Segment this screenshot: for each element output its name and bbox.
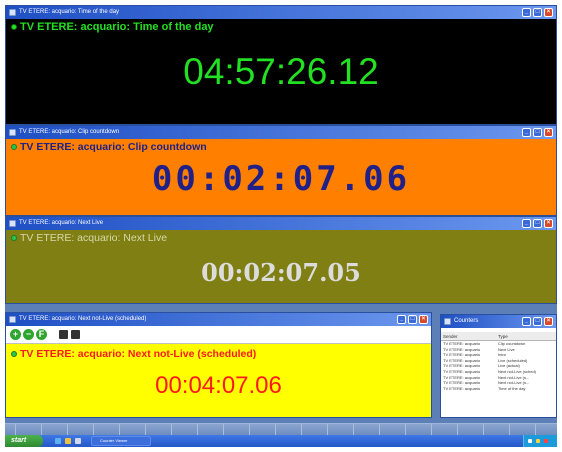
minimize-button[interactable]: _: [522, 219, 531, 228]
nextlive-clock: 00:02:07.05: [201, 258, 361, 287]
maximize-button[interactable]: □: [533, 317, 542, 326]
nextlive-titlebar[interactable]: TV ETERE: acquario: Next Live _ □ ×: [6, 217, 556, 230]
status-dot-icon: [11, 144, 17, 151]
remove-icon[interactable]: −: [23, 329, 34, 340]
start-button[interactable]: start: [5, 435, 43, 447]
list-item[interactable]: TV ETERE: acquario Time of the day: [441, 386, 556, 392]
quicklaunch-browser-icon[interactable]: [55, 438, 61, 444]
timeline-ruler[interactable]: [5, 423, 557, 436]
column-header-type[interactable]: Type: [496, 332, 556, 340]
maximize-button[interactable]: □: [533, 128, 542, 137]
nextlive-label-row: TV ETERE: acquario: Next Live: [11, 232, 167, 244]
maximize-button[interactable]: □: [533, 8, 542, 17]
taskbar-task-counter-viewer[interactable]: Counter Viewer: [91, 436, 151, 446]
window-icon: [9, 220, 16, 227]
counters-titlebar[interactable]: Counters _ □ ×: [441, 315, 556, 328]
timeofday-label-row: TV ETERE: acquario: Time of the day: [11, 21, 214, 33]
close-button[interactable]: ×: [544, 219, 553, 228]
scheduled-clock: 00:04:07.06: [155, 372, 282, 399]
window-icon: [9, 129, 16, 136]
scheduled-label-row: TV ETERE: acquario: Next not-Live (sched…: [11, 348, 256, 360]
nextlive-title: TV ETERE: acquario: Next Live: [19, 220, 104, 226]
quicklaunch-media-icon[interactable]: [65, 438, 71, 444]
column-header-sender[interactable]: Sender: [441, 332, 496, 340]
window-icon: [444, 318, 451, 325]
status-dot-icon: [11, 24, 17, 31]
counters-header: Sender Type: [441, 332, 556, 341]
desktop: TV ETERE: acquario: Time of the day _ □ …: [5, 5, 557, 447]
tray-network-icon[interactable]: [528, 439, 532, 443]
scheduled-toolbar: + − F: [6, 326, 431, 344]
maximize-button[interactable]: □: [533, 219, 542, 228]
close-button[interactable]: ×: [544, 317, 553, 326]
close-button[interactable]: ×: [544, 128, 553, 137]
window-icon: [9, 9, 16, 16]
timeofday-titlebar[interactable]: TV ETERE: acquario: Time of the day _ □ …: [6, 6, 556, 19]
scheduled-title: TV ETERE: acquario: Next not-Live (sched…: [19, 316, 147, 322]
close-button[interactable]: ×: [419, 315, 428, 324]
countdown-label: TV ETERE: acquario: Clip countdown: [20, 141, 207, 153]
nextlive-pane: TV ETERE: acquario: Next Live 00:02:07.0…: [6, 230, 556, 303]
window-icon: [9, 316, 16, 323]
timeofday-pane: TV ETERE: acquario: Time of the day 04:5…: [6, 19, 556, 124]
quicklaunch-desktop-icon[interactable]: [75, 438, 81, 444]
scheduled-pane: + − F TV ETERE: acquario: Next not-Live …: [6, 326, 431, 417]
status-dot-icon: [11, 235, 17, 242]
timeofday-title: TV ETERE: acquario: Time of the day: [19, 9, 120, 15]
flag-alt-icon[interactable]: [71, 330, 80, 339]
minimize-button[interactable]: _: [397, 315, 406, 324]
minimize-button[interactable]: _: [522, 128, 531, 137]
countdown-title: TV ETERE: acquario: Clip countdown: [19, 129, 120, 135]
scheduled-label: TV ETERE: acquario: Next not-Live (sched…: [20, 348, 257, 360]
add-icon[interactable]: +: [10, 329, 21, 340]
counters-title: Counters: [454, 318, 479, 324]
flag-icon[interactable]: [59, 330, 68, 339]
timeofday-clock: 04:57:26.12: [183, 51, 379, 92]
countdown-window: TV ETERE: acquario: Clip countdown _ □ ×…: [5, 125, 557, 216]
tray-volume-icon[interactable]: [536, 439, 540, 443]
minimize-button[interactable]: _: [522, 8, 531, 17]
taskbar: start Counter Viewer: [5, 435, 557, 447]
counters-window: Counters _ □ × Sender Type TV ETERE: acq…: [440, 314, 557, 418]
countdown-clock: 00:02:07.06: [151, 159, 411, 199]
nextlive-window: TV ETERE: acquario: Next Live _ □ × TV E…: [5, 216, 557, 304]
scheduled-titlebar[interactable]: TV ETERE: acquario: Next not-Live (sched…: [6, 313, 431, 326]
status-dot-icon: [11, 351, 17, 358]
scheduled-window: TV ETERE: acquario: Next not-Live (sched…: [5, 312, 432, 418]
filter-icon[interactable]: F: [36, 329, 47, 340]
countdown-label-row: TV ETERE: acquario: Clip countdown: [11, 141, 207, 153]
counters-list: TV ETERE: acquario Clip countdown TV ETER…: [441, 341, 556, 391]
minimize-button[interactable]: _: [522, 317, 531, 326]
timeofday-label: TV ETERE: acquario: Time of the day: [20, 21, 214, 33]
nextlive-label: TV ETERE: acquario: Next Live: [20, 232, 168, 244]
close-button[interactable]: ×: [544, 8, 553, 17]
countdown-titlebar[interactable]: TV ETERE: acquario: Clip countdown _ □ ×: [6, 126, 556, 139]
system-tray: [523, 435, 557, 447]
timeofday-window: TV ETERE: acquario: Time of the day _ □ …: [5, 5, 557, 125]
maximize-button[interactable]: □: [408, 315, 417, 324]
tray-alert-icon[interactable]: [544, 439, 548, 443]
countdown-pane: TV ETERE: acquario: Clip countdown 00:02…: [6, 139, 556, 215]
